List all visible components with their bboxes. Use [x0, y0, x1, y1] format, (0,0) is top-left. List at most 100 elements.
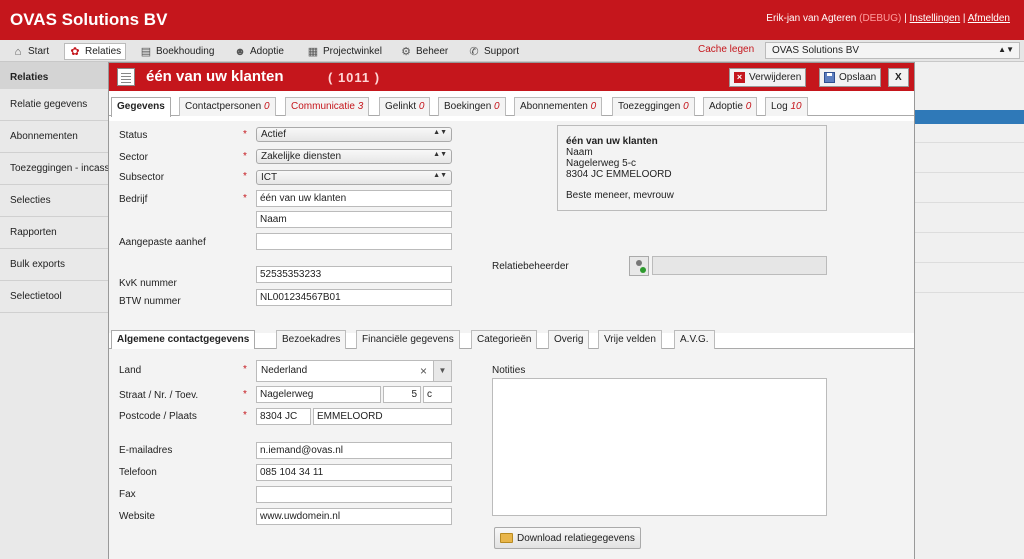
clear-icon[interactable]: × — [420, 364, 427, 378]
menu-item-start[interactable]: ⌂ Start — [8, 43, 53, 60]
list-row-divider — [915, 202, 1024, 203]
close-button[interactable]: X — [888, 68, 909, 87]
user-picker-icon[interactable] — [629, 256, 649, 276]
sidebar-heading: Relaties — [0, 62, 108, 89]
sidebar-item-selectietool[interactable]: Selectietool — [0, 281, 108, 313]
postcode-input[interactable]: 8304 JC — [256, 408, 311, 425]
kvk-input[interactable]: 52535353233 — [256, 266, 452, 283]
tab-log[interactable]: Log 10 — [765, 97, 808, 116]
relations-icon: ✿ — [70, 45, 80, 58]
sidebar-item-abonnementen[interactable]: Abonnementen — [0, 121, 108, 153]
subsector-select[interactable]: ICT ▲▼ — [256, 170, 452, 185]
logout-link[interactable]: Afmelden — [968, 13, 1010, 24]
tab-count: 0 — [683, 101, 689, 112]
download-button[interactable]: Download relatiegegevens — [494, 527, 641, 549]
country-combobox[interactable]: Nederland × ▼ — [256, 360, 452, 382]
address-preview: één van uw klanten Naam Nagelerweg 5-c 8… — [557, 125, 827, 211]
list-row-divider — [915, 232, 1024, 233]
company-name2-input[interactable]: Naam — [256, 211, 452, 228]
cache-link[interactable]: Cache legen — [698, 44, 754, 55]
company-select-value: OVAS Solutions BV — [772, 45, 860, 56]
tab-adoptie[interactable]: Adoptie 0 — [703, 97, 758, 116]
postcode-label: Postcode / Plaats — [119, 411, 197, 422]
menu-label: Adoptie — [250, 46, 284, 57]
sidebar-item-bulk-exports[interactable]: Bulk exports — [0, 249, 108, 281]
required-mark: * — [243, 364, 247, 375]
salutation-input[interactable] — [256, 233, 452, 250]
tab-overig[interactable]: Overig — [548, 330, 590, 349]
btw-label: BTW nummer — [119, 296, 181, 307]
straat-label: Straat / Nr. / Toev. — [119, 390, 199, 401]
address-name: één van uw klanten — [566, 136, 658, 147]
city-input[interactable]: EMMELOORD — [313, 408, 452, 425]
website-field[interactable]: www.uwdomein.nl — [256, 508, 452, 525]
phone-field[interactable]: 085 104 34 11 — [256, 464, 452, 481]
document-icon — [117, 68, 135, 86]
updown-icon: ▲▼ — [433, 172, 447, 179]
tab-categorieen[interactable]: Categorieën — [471, 330, 538, 349]
background-list — [915, 62, 1024, 559]
company-name-input[interactable]: één van uw klanten — [256, 190, 452, 207]
tab-algemene-contactgegevens[interactable]: Algemene contactgegevens — [111, 330, 256, 350]
updown-icon: ▲▼ — [433, 129, 447, 136]
country-value: Nederland — [261, 365, 308, 376]
menu-item-support[interactable]: ✆ Support — [464, 43, 523, 60]
tab-gegevens[interactable]: Gegevens — [111, 97, 171, 117]
settings-link[interactable]: Instellingen — [910, 13, 961, 24]
person-icon: ☻ — [234, 45, 246, 58]
tab-contactpersonen[interactable]: Contactpersonen 0 — [179, 97, 276, 116]
required-mark: * — [243, 193, 247, 204]
menu-label: Support — [484, 46, 520, 57]
chevron-down-icon[interactable]: ▼ — [433, 361, 451, 381]
sidebar-item-toezeggingen[interactable]: Toezeggingen - incasso — [0, 153, 108, 185]
tab-label: Contactpersonen — [185, 101, 262, 112]
dialog-title: één van uw klanten — [146, 68, 284, 85]
tab-abonnementen[interactable]: Abonnementen 0 — [514, 97, 603, 116]
email-label: E-mailadres — [119, 445, 173, 456]
street-input[interactable]: Nagelerweg — [256, 386, 381, 403]
house-number-input[interactable]: 5 — [383, 386, 421, 403]
kvk-label: KvK nummer — [119, 278, 177, 289]
menu-item-boekhouding[interactable]: ▤ Boekhouding — [136, 43, 218, 60]
menu-item-relaties[interactable]: ✿ Relaties — [64, 43, 127, 60]
tab-vrije-velden[interactable]: Vrije velden — [598, 330, 662, 349]
save-button[interactable]: Opslaan — [819, 68, 882, 87]
company-select[interactable]: OVAS Solutions BV ▲▼ — [765, 42, 1020, 59]
download-label: Download relatiegegevens — [517, 532, 635, 544]
email-field[interactable]: n.iemand@ovas.nl — [256, 442, 452, 459]
tab-gelinkt[interactable]: Gelinkt 0 — [379, 97, 431, 116]
tab-boekingen[interactable]: Boekingen 0 — [438, 97, 506, 116]
tab-count: 0 — [745, 101, 752, 112]
menu-item-adoptie[interactable]: ☻ Adoptie — [230, 43, 288, 60]
tab-communicatie[interactable]: Communicatie 3 — [285, 97, 370, 116]
delete-button[interactable]: × Verwijderen — [729, 68, 807, 87]
sidebar-item-selecties[interactable]: Selecties — [0, 185, 108, 217]
subsector-value: ICT — [261, 172, 278, 183]
folder-icon — [500, 533, 513, 543]
land-label: Land — [119, 365, 142, 376]
required-mark: * — [243, 151, 247, 162]
menu-item-projectwinkel[interactable]: ▦ Projectwinkel — [303, 43, 386, 60]
notes-textarea[interactable] — [492, 378, 827, 516]
tab-financiele-gegevens[interactable]: Financiële gegevens — [356, 330, 460, 349]
status-label: Status — [119, 130, 148, 141]
tab-count: 0 — [418, 101, 425, 112]
tab-label: Boekingen — [444, 101, 492, 112]
fax-field[interactable] — [256, 486, 452, 503]
menu-item-beheer[interactable]: ⚙ Beheer — [396, 43, 452, 60]
delete-label: Verwijderen — [749, 72, 802, 83]
btw-input[interactable]: NL001234567B01 — [256, 289, 452, 306]
sidebar-item-rapporten[interactable]: Rapporten — [0, 217, 108, 249]
debug-badge: (DEBUG) — [859, 13, 902, 24]
required-mark: * — [243, 171, 247, 182]
status-select[interactable]: Actief ▲▼ — [256, 127, 452, 142]
house-addition-input[interactable]: c — [423, 386, 452, 403]
tab-toezeggingen[interactable]: Toezeggingen 0 — [612, 97, 695, 116]
tab-bezoekadres[interactable]: Bezoekadres — [276, 330, 347, 349]
dialog-header: één van uw klanten ( 1011 ) × Verwijdere… — [109, 63, 914, 91]
tab-avg[interactable]: A.V.G. — [674, 330, 715, 349]
sector-select[interactable]: Zakelijke diensten ▲▼ — [256, 149, 452, 164]
telefoon-label: Telefoon — [119, 467, 157, 478]
sidebar-item-relatie-gegevens[interactable]: Relatie gegevens — [0, 89, 108, 121]
updown-icon: ▲▼ — [998, 45, 1014, 54]
